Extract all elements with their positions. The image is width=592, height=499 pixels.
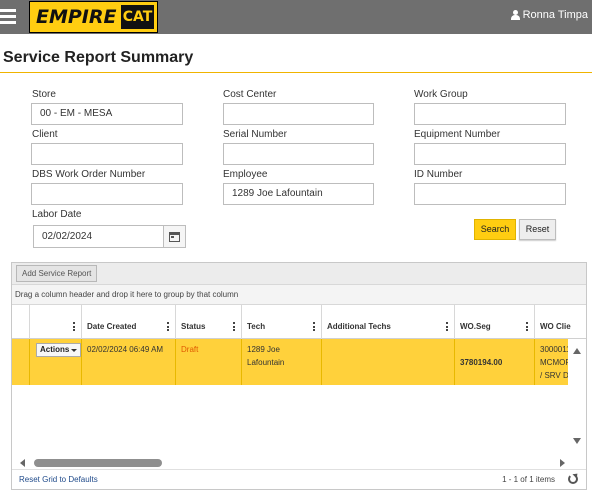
header-additional-techs[interactable]: Additional Techs [321,305,454,339]
status-cell: Draft [175,339,241,385]
menu-icon[interactable] [0,9,16,25]
labor-date-label: Labor Date [32,209,82,220]
grid-toolbar: Add Service Report [12,263,586,285]
serial-number-label: Serial Number [223,129,287,140]
header-actions[interactable] [29,305,81,339]
equipment-number-label: Equipment Number [414,129,501,140]
cost-center-field[interactable] [223,103,374,125]
id-number-label: ID Number [414,169,463,180]
user-menu[interactable]: Ronna Timpa [510,9,588,21]
work-group-field[interactable] [414,103,566,125]
header-wo-client[interactable]: WO Clie [534,305,586,339]
scroll-left-icon[interactable] [20,459,25,467]
tech-line-2: Lafountain [247,358,285,367]
wo-client-line-1: 3000011 [540,345,570,354]
header-status-label: Status [181,322,206,331]
logo-cat-badge: CAT [121,5,154,29]
work-group-label: Work Group [414,89,468,100]
scroll-up-icon[interactable] [573,348,581,354]
grid-footer: Reset Grid to Defaults 1 - 1 of 1 items [12,469,586,489]
add-service-report-button[interactable]: Add Service Report [16,265,98,282]
user-icon [510,10,520,20]
dbs-work-order-label: DBS Work Order Number [32,169,146,180]
user-name: Ronna Timpa [522,9,588,21]
calendar-icon [169,232,180,242]
reset-grid-link[interactable]: Reset Grid to Defaults [19,475,98,484]
header-wo-seg-label: WO.Seg [460,322,491,331]
column-menu-icon[interactable] [233,322,235,331]
employee-field[interactable]: 1289 Joe Lafountain [223,183,374,205]
grid-header-row: Date Created Status Tech Additional Tech… [12,305,586,339]
store-label: Store [32,89,56,100]
column-menu-icon[interactable] [313,322,315,331]
caret-down-icon [71,349,77,352]
equipment-number-field[interactable] [414,143,566,165]
reset-button[interactable]: Reset [519,219,556,240]
wo-client-cell: 3000011 MCMOR / SRV DO [534,339,570,385]
scroll-right-icon[interactable] [560,459,565,467]
header-date-created-label: Date Created [87,322,137,331]
tech-cell: 1289 Joe Lafountain [241,339,321,385]
top-bar: EMPIRE CAT Ronna Timpa [0,0,592,34]
wo-client-line-3: / SRV DO [540,371,570,380]
calendar-button[interactable] [164,225,186,248]
employee-label: Employee [223,169,268,180]
group-drop-area[interactable]: Drag a column header and drop it here to… [12,285,586,305]
scroll-down-icon[interactable] [573,438,581,444]
header-date-created[interactable]: Date Created [81,305,175,339]
wo-seg-cell: 3780194.00 [454,339,534,385]
actions-label: Actions [40,345,70,354]
tech-line-1: 1289 Joe [247,345,280,354]
header-wo-client-label: WO Clie [540,322,571,331]
horizontal-scroll-thumb[interactable] [34,459,162,467]
column-menu-icon[interactable] [446,322,448,331]
dbs-work-order-field[interactable] [31,183,183,205]
column-menu-icon[interactable] [73,322,75,331]
header-tech-label: Tech [247,322,266,331]
id-number-field[interactable] [414,183,566,205]
logo-empire-text: EMPIRE [36,6,117,28]
pager-info: 1 - 1 of 1 items [502,475,555,484]
cost-center-label: Cost Center [223,89,277,100]
labor-date-field[interactable]: 02/02/2024 [33,225,164,248]
empire-cat-logo[interactable]: EMPIRE CAT [29,1,158,33]
additional-techs-cell [321,339,454,385]
service-report-grid: Add Service Report Drag a column header … [11,262,587,490]
vertical-scrollbar[interactable] [568,339,586,456]
column-menu-icon[interactable] [167,322,169,331]
header-select [12,305,29,339]
actions-dropdown-button[interactable]: Actions [36,343,81,357]
row-select-cell[interactable] [12,339,29,385]
search-button[interactable]: Search [474,219,516,240]
date-created-cell: 02/02/2024 06:49 AM [81,339,175,385]
header-tech[interactable]: Tech [241,305,321,339]
horizontal-scrollbar[interactable] [12,456,570,469]
header-additional-techs-label: Additional Techs [327,322,391,331]
client-label: Client [32,129,58,140]
refresh-icon[interactable] [568,474,578,484]
serial-number-field[interactable] [223,143,374,165]
header-wo-seg[interactable]: WO.Seg [454,305,534,339]
column-menu-icon[interactable] [526,322,528,331]
title-divider [0,72,592,73]
store-field[interactable]: 00 - EM - MESA [31,103,183,125]
page-title: Service Report Summary [3,49,194,66]
client-field[interactable] [31,143,183,165]
wo-client-line-2: MCMOR [540,358,570,367]
table-row[interactable]: Actions 02/02/2024 06:49 AM Draft 1289 J… [12,339,570,385]
header-status[interactable]: Status [175,305,241,339]
